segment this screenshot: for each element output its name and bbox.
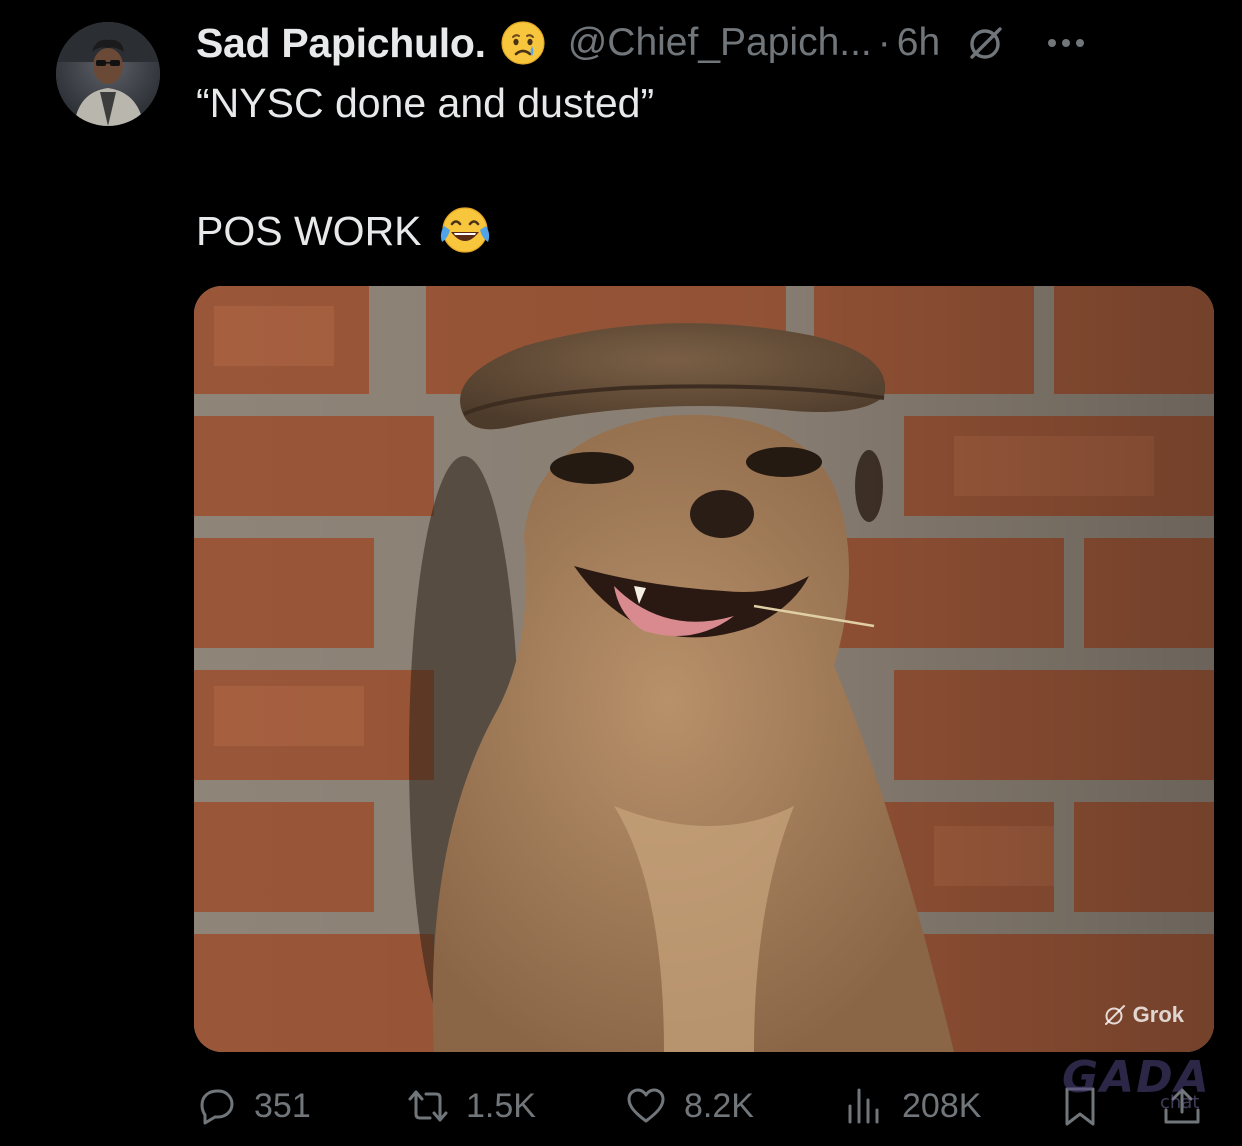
repost-button[interactable]: 1.5K <box>406 1078 536 1134</box>
like-button[interactable]: 8.2K <box>624 1078 754 1134</box>
like-count: 8.2K <box>684 1086 754 1125</box>
views-button[interactable]: 208K <box>842 1078 981 1134</box>
post-timestamp[interactable]: 6h <box>897 21 940 65</box>
smiling-meerkat-in-cap-photo <box>194 286 1214 1052</box>
tweet-text-line-2: POS WORK <box>196 204 492 258</box>
tweet-text-main: POS WORK <box>196 207 422 254</box>
grok-badge-icon <box>1104 1005 1125 1025</box>
avatar-image <box>56 22 160 126</box>
reply-count: 351 <box>254 1086 311 1125</box>
repost-icon <box>408 1090 448 1122</box>
face-with-tears-of-joy-emoji-icon <box>440 207 489 253</box>
crying-face-emoji-icon <box>501 21 545 65</box>
reply-icon <box>200 1089 234 1125</box>
views-count: 208K <box>902 1086 982 1125</box>
grok-icon[interactable] <box>966 23 1006 63</box>
author-display-name[interactable]: Sad Papichulo. <box>196 20 486 67</box>
author-handle[interactable]: @Chief_Papich... <box>568 21 872 65</box>
author-avatar[interactable] <box>56 22 160 126</box>
tweet-media-image[interactable]: Grok <box>194 286 1214 1052</box>
heart-icon <box>627 1088 665 1123</box>
header-separator: · <box>877 21 891 64</box>
tweet: Sad Papichulo. @Chief_Papich... · 6h “NY… <box>0 0 1242 1146</box>
repost-count: 1.5K <box>466 1086 536 1125</box>
views-icon <box>848 1088 879 1124</box>
grok-badge-label: Grok <box>1132 1002 1184 1027</box>
reply-button[interactable]: 351 <box>194 1078 311 1134</box>
more-options-icon[interactable] <box>1048 23 1085 63</box>
tweet-text-quote: “NYSC done and dusted” <box>196 80 655 126</box>
grok-badge: Grok <box>1103 1000 1184 1030</box>
watermark-sub: chat <box>1160 1092 1200 1113</box>
tweet-header: Sad Papichulo. @Chief_Papich... · 6h <box>196 18 1226 68</box>
tweet-text-line-1: “NYSC done and dusted” <box>196 80 654 127</box>
